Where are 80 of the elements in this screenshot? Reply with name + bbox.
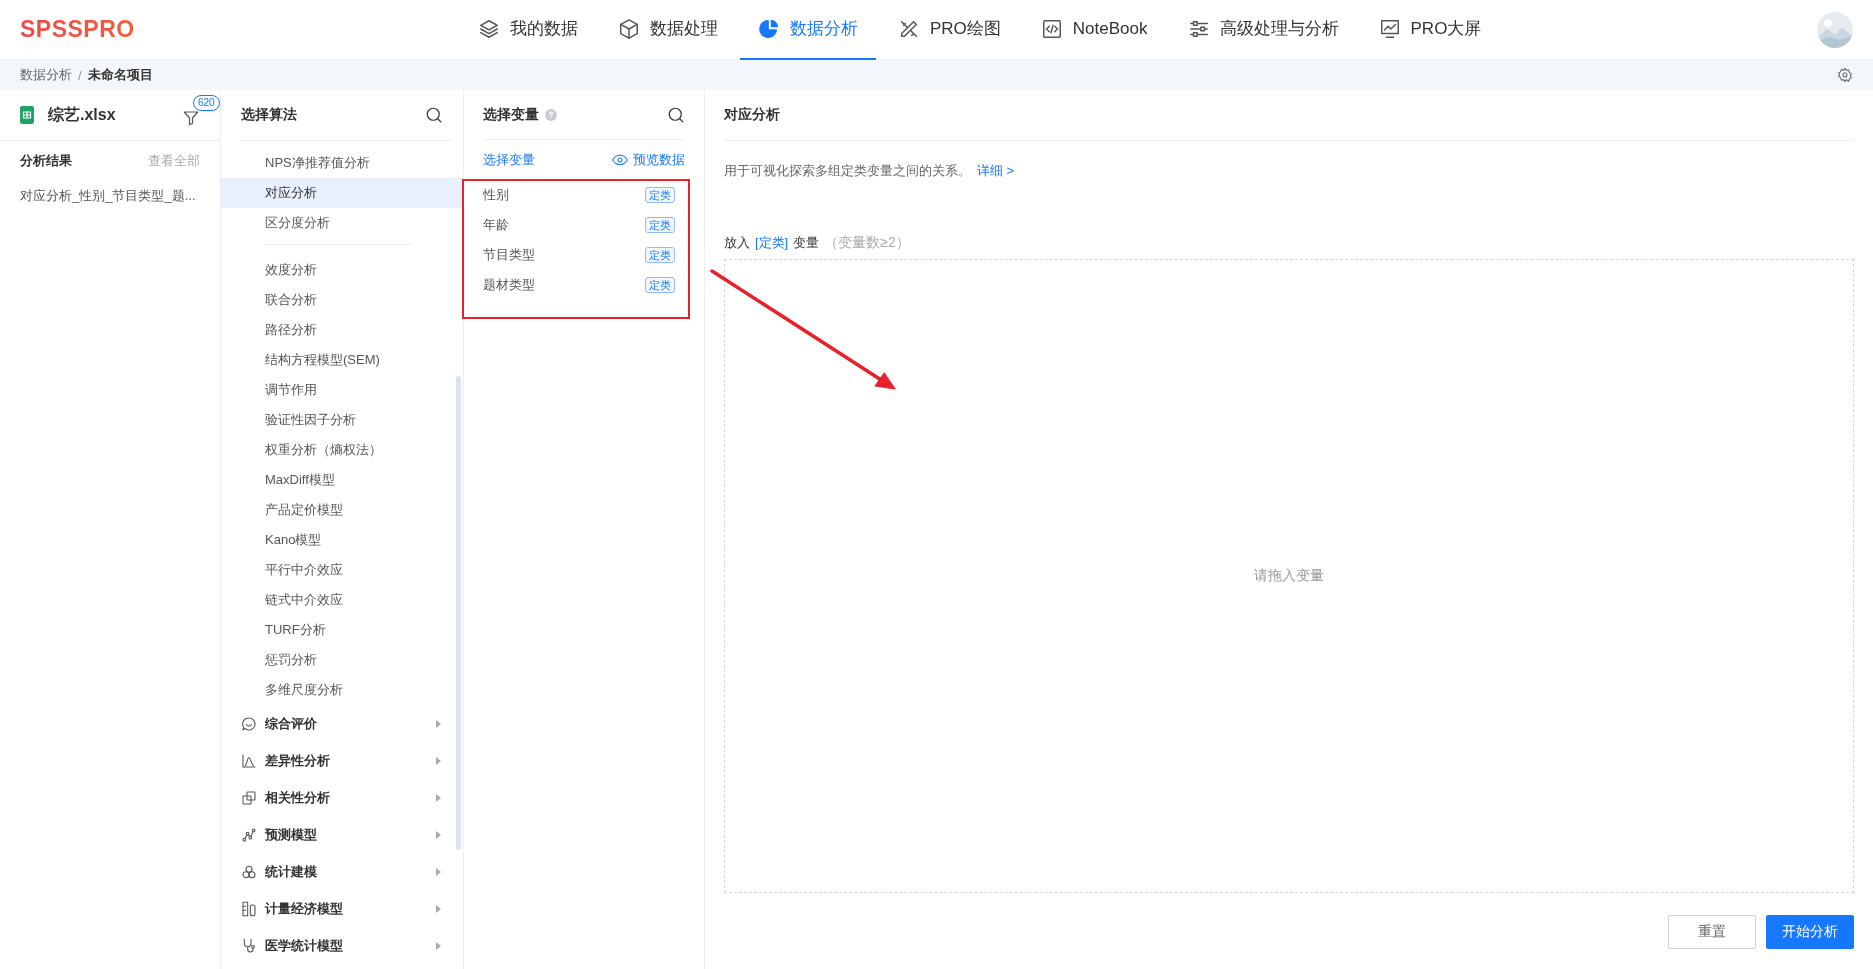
type-tag: 定类 <box>645 247 675 263</box>
category-item[interactable]: 预测模型 <box>241 816 453 853</box>
drop-label: 放入 <box>724 234 750 252</box>
scatter-line-icon <box>241 826 257 843</box>
bell-curve-icon <box>241 752 257 769</box>
variable-name[interactable]: 节目类型 <box>483 246 535 264</box>
category-item[interactable]: 计量经济模型 <box>241 890 453 927</box>
start-button[interactable]: 开始分析 <box>1766 915 1854 949</box>
algorithm-item[interactable]: 对应分析 <box>221 178 463 208</box>
detail-link[interactable]: 详细 > <box>977 162 1015 180</box>
description-text: 用于可视化探索多组定类变量之间的关系。 <box>724 162 971 180</box>
panel-title: 选择变量 <box>483 105 539 124</box>
type-tag: 定类 <box>645 277 675 293</box>
panel-title: 选择算法 <box>241 106 297 124</box>
type-tag: 定类 <box>645 187 675 203</box>
nav-tab[interactable]: PRO大屏 <box>1360 0 1500 60</box>
algorithm-item[interactable]: 产品定价模型 <box>221 495 463 525</box>
settings-icon[interactable] <box>1837 67 1853 83</box>
algorithm-item[interactable]: 链式中介效应 <box>221 585 463 615</box>
algorithm-item[interactable]: NPS净推荐值分析 <box>221 148 463 178</box>
result-item[interactable]: 对应分析_性别_节目类型_题... <box>0 181 220 211</box>
pie-chart-icon <box>758 17 780 40</box>
variable-name[interactable]: 题材类型 <box>483 276 535 294</box>
drop-placeholder: 请拖入变量 <box>1254 567 1324 585</box>
algorithm-item[interactable]: 调节作用 <box>221 375 463 405</box>
algorithm-item[interactable]: 多维尺度分析 <box>221 675 463 705</box>
variable-name[interactable]: 年龄 <box>483 216 509 234</box>
breadcrumb-link[interactable]: 数据分析 <box>20 66 72 84</box>
nav-tab[interactable]: NoteBook <box>1022 0 1166 60</box>
search-icon[interactable] <box>425 106 443 124</box>
chat-bubble-icon <box>241 715 257 732</box>
type-label: [定类] <box>755 234 789 252</box>
eye-icon <box>612 152 628 168</box>
algorithm-item[interactable]: 平行中介效应 <box>221 555 463 585</box>
algorithm-item[interactable]: 惩罚分析 <box>221 645 463 675</box>
algorithm-item[interactable]: 效度分析 <box>221 255 463 285</box>
overlapping-squares-icon <box>241 789 257 806</box>
circles-icon <box>241 863 257 880</box>
scrollbar-thumb[interactable] <box>456 376 461 850</box>
algorithm-item[interactable]: TURF分析 <box>221 615 463 645</box>
variable-name[interactable]: 性别 <box>483 186 509 204</box>
algorithm-item[interactable]: 结构方程模型(SEM) <box>221 345 463 375</box>
spreadsheet-icon <box>20 106 34 124</box>
breadcrumb-separator: / <box>78 67 82 83</box>
nav-tab[interactable]: 我的数据 <box>460 0 596 60</box>
algorithm-item[interactable]: MaxDiff模型 <box>221 465 463 495</box>
nav-tab[interactable]: PRO绘图 <box>880 0 1019 60</box>
columns-icon <box>241 900 257 917</box>
nav-tab[interactable]: 数据处理 <box>600 0 736 60</box>
category-item[interactable]: 医学统计模型 <box>241 927 453 964</box>
preview-data-link[interactable]: 预览数据 <box>612 151 685 169</box>
drop-label: 变量 <box>793 234 820 252</box>
hint-text: （变量数≥2） <box>824 234 910 252</box>
algorithm-item[interactable]: 权重分析（熵权法） <box>221 435 463 465</box>
monitor-chart-icon <box>1378 17 1401 40</box>
breadcrumb-current: 未命名项目 <box>87 66 153 84</box>
algorithm-item[interactable]: 路径分析 <box>221 315 463 345</box>
cube-icon <box>618 17 640 40</box>
filter-icon[interactable] <box>182 109 200 127</box>
category-item[interactable]: 综合评价 <box>241 705 453 742</box>
nav-tab[interactable]: 高级处理与分析 <box>1169 0 1357 60</box>
count-badge: 620 <box>193 95 220 111</box>
section-title: 分析结果 <box>20 152 72 170</box>
page-title: 对应分析 <box>724 106 780 124</box>
variables-tab[interactable]: 选择变量 <box>483 151 535 169</box>
stethoscope-icon <box>241 937 257 954</box>
help-icon <box>545 108 557 121</box>
algorithm-item[interactable]: 区分度分析 <box>221 208 463 238</box>
type-tag: 定类 <box>645 217 675 233</box>
layers-icon <box>478 17 500 40</box>
reset-button[interactable]: 重置 <box>1668 915 1756 949</box>
algorithm-item[interactable]: 验证性因子分析 <box>221 405 463 435</box>
category-item[interactable]: 统计建模 <box>241 853 453 890</box>
code-icon <box>1040 17 1063 40</box>
category-item[interactable]: 差异性分析 <box>241 742 453 779</box>
file-name: 综艺.xlsx <box>48 104 117 125</box>
category-item[interactable]: 相关性分析 <box>241 779 453 816</box>
algorithm-item[interactable]: 联合分析 <box>221 285 463 315</box>
search-icon[interactable] <box>667 105 685 124</box>
algorithm-item[interactable]: Kano模型 <box>221 525 463 555</box>
